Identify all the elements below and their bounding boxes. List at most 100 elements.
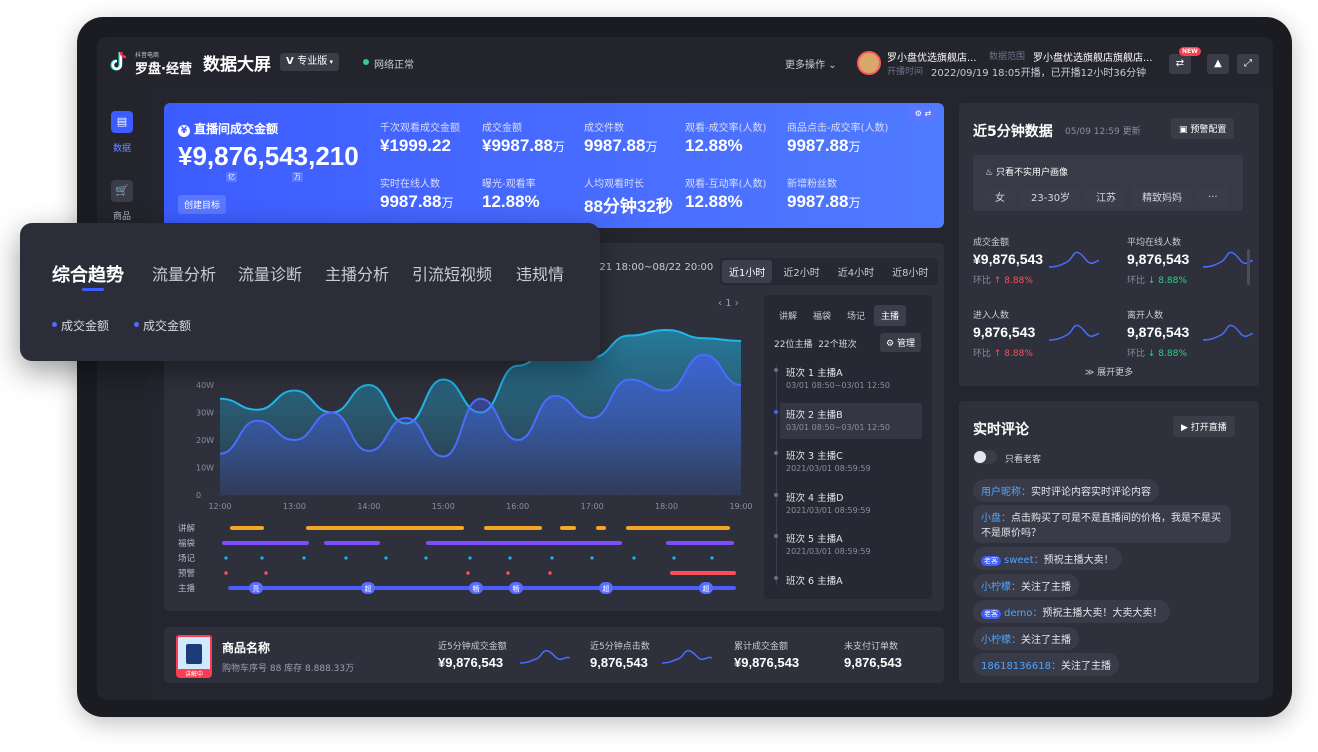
range-value: 罗小盘优选旗舰店旗舰店... — [1033, 53, 1153, 64]
filter-label-text: 只看不实用户画像 — [995, 168, 1068, 178]
product-stat-label: 近5分钟点击数 — [590, 642, 650, 652]
commenter-name[interactable]: 用户昵称： — [981, 487, 1031, 498]
active-tab-indicator — [82, 288, 104, 291]
alert-dot[interactable] — [224, 571, 228, 575]
lane-bar[interactable] — [484, 526, 542, 530]
sidebar: ▤ 数据 🛒 商品 — [97, 87, 147, 700]
portrait-chips: 女 23-30岁 江苏 精致妈妈... — [985, 186, 1228, 207]
alert-bar[interactable] — [670, 571, 736, 575]
shift-tab[interactable]: 场记 — [840, 305, 872, 326]
lane-bar[interactable] — [230, 526, 264, 530]
shift-name[interactable]: 班次 6 主播A — [786, 573, 843, 587]
cart-icon[interactable]: 🛒 — [111, 180, 133, 202]
lane-bar[interactable] — [426, 541, 622, 545]
sidebar-item-goods[interactable]: 商品 — [97, 209, 147, 222]
comment-bubble: 老客 sweet：预祝主播大卖！ — [973, 547, 1122, 570]
timeline-dot — [774, 368, 778, 372]
data-icon[interactable]: ▤ — [111, 111, 133, 133]
lane-dot — [224, 556, 228, 560]
shift-tab[interactable]: 福袋 — [806, 305, 838, 326]
sidebar-item-data[interactable]: 数据 — [97, 141, 147, 154]
y-tick: 0 — [196, 491, 201, 500]
open-live-button[interactable]: ▶ 打开直播 — [1173, 416, 1235, 437]
portrait-chip[interactable]: 江苏 — [1086, 186, 1127, 207]
sparkline — [1048, 247, 1100, 272]
edition-dropdown[interactable]: V 专业版 ▾ — [280, 53, 339, 71]
prev-icon[interactable]: ‹ — [718, 298, 722, 309]
arrow-down-icon: ↓ — [1145, 349, 1159, 359]
alert-dot[interactable] — [548, 571, 552, 575]
portrait-chip[interactable]: 23-30岁 — [1021, 186, 1081, 207]
lane-bar[interactable] — [666, 541, 734, 545]
lane-bar[interactable] — [596, 526, 606, 530]
alert-dot[interactable] — [466, 571, 470, 575]
open-live-label: 打开直播 — [1190, 423, 1227, 433]
time-tab[interactable]: 近1小时 — [722, 260, 773, 283]
lane-bar[interactable] — [324, 541, 380, 545]
shift-name[interactable]: 班次 5 主播A — [786, 531, 843, 545]
recent-value: 9,876,543 — [1127, 324, 1190, 340]
commenter-name[interactable]: 小柠檬： — [981, 582, 1021, 593]
manage-button[interactable]: ⚙ 管理 — [880, 333, 921, 352]
switch-icon[interactable]: ⇄ — [1169, 54, 1191, 74]
shift-name[interactable]: 班次 4 主播D — [786, 490, 843, 504]
sparkline — [661, 645, 713, 668]
filter-label[interactable]: ♨ 只看不实用户画像 — [985, 165, 1068, 178]
shift-name[interactable]: 班次 2 主播B — [786, 407, 843, 421]
commenter-name[interactable]: sweet： — [1004, 555, 1044, 566]
portrait-chip[interactable]: 女 — [985, 186, 1015, 207]
overlay-tab[interactable]: 引流短视频 — [412, 261, 492, 285]
commenter-name[interactable]: demo： — [1004, 608, 1042, 619]
metric-number: 9987.88 — [787, 192, 849, 211]
alert-dot[interactable] — [506, 571, 510, 575]
shift-time: 2021/03/01 08:59:59 — [786, 505, 871, 515]
commenter-name[interactable]: 小盘： — [981, 513, 1011, 524]
scrollbar[interactable] — [1247, 249, 1250, 285]
overlay-tab[interactable]: 综合趋势 — [52, 261, 124, 287]
overlay-tab[interactable]: 流量分析 — [152, 261, 216, 285]
shift-tab[interactable]: 讲解 — [772, 305, 804, 326]
shift-summary: 22位主播 22个班次 — [774, 337, 857, 350]
chart-pager[interactable]: ‹ 1 › — [718, 298, 739, 309]
alert-config-button[interactable]: ▣ 预警配置 — [1171, 118, 1235, 139]
shop-avatar[interactable] — [857, 51, 881, 75]
recent-label: 离开人数 — [1127, 311, 1164, 321]
lane-bar[interactable] — [560, 526, 576, 530]
anchor-mark-text: 畅 — [473, 584, 480, 593]
portrait-chip[interactable]: 精致妈妈 — [1132, 186, 1193, 207]
alert-dot[interactable] — [264, 571, 268, 575]
product-bar: 讲解中 商品名称 购物车序号 88 库存 8.888.33万 近5分钟成交金额 ¥… — [164, 627, 944, 683]
metric-label: 实时在线人数 — [380, 179, 440, 190]
lane-dot — [632, 556, 636, 560]
fullscreen-icon[interactable]: ⤢ — [1237, 54, 1259, 74]
comment-text: 预祝主播大卖！大卖大卖！ — [1042, 608, 1163, 619]
overlay-tab[interactable]: 主播分析 — [325, 261, 389, 285]
shift-name[interactable]: 班次 3 主播C — [786, 448, 843, 462]
time-tab[interactable]: 近8小时 — [885, 260, 935, 283]
commenter-name[interactable]: 18618136618： — [981, 661, 1061, 672]
lane-bar[interactable] — [626, 526, 730, 530]
shift-tab[interactable]: 主播 — [874, 305, 907, 326]
metric-label: 成交件数 — [584, 123, 624, 134]
old-customer-toggle[interactable] — [973, 450, 997, 464]
metric-unit: 万 — [441, 196, 454, 210]
lane-bar[interactable] — [222, 541, 309, 545]
commenter-name[interactable]: 小柠檬： — [981, 635, 1021, 646]
metric-label: 新增粉丝数 — [787, 179, 837, 190]
more-actions[interactable]: 更多操作 ⌄ — [785, 56, 837, 71]
shift-name[interactable]: 班次 1 主播A — [786, 365, 843, 379]
edition-label: 专业版 — [297, 56, 328, 67]
overlay-tab[interactable]: 流量诊断 — [238, 261, 302, 285]
time-tab[interactable]: 近4小时 — [831, 260, 881, 283]
create-goal-button[interactable]: 创建目标 — [178, 195, 227, 214]
time-tab[interactable]: 近2小时 — [776, 260, 826, 283]
bell-icon[interactable]: ▲ — [1207, 54, 1229, 74]
comment-bubble: 小柠檬：关注了主播 — [973, 574, 1079, 597]
next-icon[interactable]: › — [735, 298, 739, 309]
expand-more[interactable]: ≫ 展开更多 — [959, 365, 1259, 378]
start-time-value: 2022/09/19 18:05开播，已开播12小时36分钟 — [931, 68, 1147, 79]
overlay-tab[interactable]: 违规情 — [516, 261, 564, 285]
lane-bar[interactable] — [306, 526, 464, 530]
settings-icon[interactable]: ⚙ ⇄ — [908, 107, 938, 121]
portrait-chip[interactable]: ... — [1198, 186, 1228, 207]
